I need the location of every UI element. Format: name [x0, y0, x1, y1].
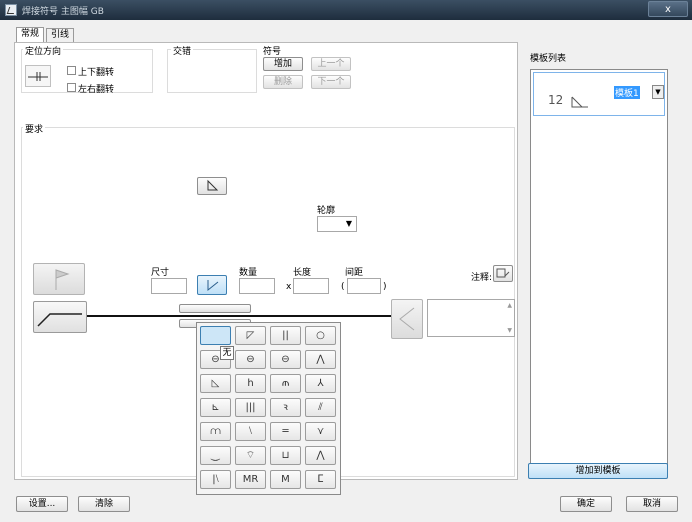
leader-arrow-icon	[37, 313, 82, 327]
orientation-label: 定位方向	[23, 44, 64, 57]
close-button[interactable]: x	[648, 1, 688, 17]
title-bar: 焊接符号 主图幅 GB x	[0, 0, 692, 20]
flag-icon	[55, 269, 70, 290]
palette-symbol-button[interactable]: ⌔	[235, 446, 266, 465]
palette-symbol-button[interactable]: |||	[235, 398, 266, 417]
pitch-input[interactable]	[347, 278, 381, 294]
palette-symbol-button[interactable]: ○	[305, 326, 336, 345]
palette-symbol-button[interactable]	[200, 326, 231, 345]
scroll-up-icon[interactable]: ▲	[507, 302, 512, 309]
palette-symbol-button[interactable]: ||	[270, 326, 301, 345]
flip-vertical-checkbox[interactable]	[67, 66, 76, 75]
count-input[interactable]	[239, 278, 275, 294]
palette-symbol-button[interactable]: ⵎ	[305, 470, 336, 489]
palette-symbol-button[interactable]: MR	[235, 470, 266, 489]
note-symbol-button[interactable]	[493, 265, 513, 282]
template-item-name: 模板1	[614, 86, 640, 99]
pitch-label: 间距	[345, 268, 364, 278]
cancel-button[interactable]: 取消	[626, 496, 678, 512]
palette-symbol-button[interactable]: ⋎	[305, 422, 336, 441]
length-label: 长度	[293, 268, 312, 278]
palette-symbol-button[interactable]: ⅄	[305, 374, 336, 393]
length-input[interactable]	[293, 278, 329, 294]
add-to-template-button[interactable]: 增加到模板	[528, 463, 668, 479]
delete-symbol-button[interactable]: 删除	[263, 75, 303, 89]
palette-symbol-button[interactable]: ⫙	[270, 374, 301, 393]
fillet-upper-button[interactable]	[197, 177, 227, 195]
symbol-label: 符号	[263, 47, 282, 57]
chevron-down-icon: ▼	[345, 219, 352, 228]
times-sign: x	[286, 282, 292, 292]
add-symbol-button[interactable]: 增加	[263, 57, 303, 71]
symbol-palette: ◸ || ○ ⊖ ⊖ ⊖ ⋀ ◺ h ⫙ ⅄ ⊾ ||| ꝛ ⫽ ⩋ ⧵ ═ ⋎ ⏝ ⌔ ⊔ ⋀ |⧵ MR M ⵎ	[196, 322, 341, 495]
template-item-value: 12	[548, 93, 564, 107]
note-text-area[interactable]: ▲ ▼	[427, 299, 515, 337]
tail-button[interactable]	[391, 299, 423, 339]
profile-select[interactable]: ▼	[317, 216, 357, 232]
prev-symbol-button[interactable]: 上一个	[311, 57, 351, 71]
weld-symbol-button[interactable]	[197, 275, 227, 295]
note-icon	[496, 268, 510, 278]
palette-tooltip: 无	[220, 346, 234, 360]
palette-symbol-button[interactable]: ═	[270, 422, 301, 441]
palette-symbol-button[interactable]: ⊖	[235, 350, 266, 369]
template-item[interactable]: 12 模板1 ▼	[533, 72, 665, 116]
flip-horizontal-label: 左右翻转	[78, 85, 115, 95]
requirements-label: 要求	[23, 122, 46, 135]
note-label: 注释:	[471, 273, 493, 283]
tab-general[interactable]: 常规	[16, 27, 45, 42]
field-weld-flag-button[interactable]	[33, 263, 85, 295]
count-label: 数量	[239, 268, 258, 278]
reference-line	[87, 315, 391, 317]
size-label: 尺寸	[151, 268, 170, 278]
template-list-label: 模板列表	[530, 54, 567, 64]
dialog-body: 常规 引线 定位方向 上下翻转 左右翻转 交错 符号 增加 上一个 删除 下一个	[2, 20, 690, 520]
palette-symbol-button[interactable]: ◸	[235, 326, 266, 345]
palette-symbol-button[interactable]: ◺	[200, 374, 231, 393]
tail-icon	[399, 307, 415, 331]
palette-symbol-button[interactable]: h	[235, 374, 266, 393]
scroll-down-icon[interactable]: ▼	[507, 327, 512, 334]
paren-close: )	[383, 282, 387, 292]
palette-symbol-button[interactable]: ⫽	[305, 398, 336, 417]
palette-symbol-button[interactable]: ⊔	[270, 446, 301, 465]
fillet-icon	[207, 179, 219, 191]
template-dropdown-icon[interactable]: ▼	[652, 85, 664, 99]
stagger-label: 交错	[171, 44, 194, 57]
palette-symbol-button[interactable]: ⊖	[270, 350, 301, 369]
size-input[interactable]	[151, 278, 187, 294]
paren-open: (	[341, 282, 345, 292]
profile-label: 轮廓	[317, 206, 336, 216]
settings-button[interactable]: 设置...	[16, 496, 68, 512]
ok-button[interactable]: 确定	[560, 496, 612, 512]
fillet-weld-icon	[207, 280, 219, 292]
arrow-side-button[interactable]	[33, 301, 87, 333]
palette-symbol-button[interactable]: ⋀	[305, 350, 336, 369]
dialog-window: 焊接符号 主图幅 GB x 常规 引线 定位方向 上下翻转 左右翻转 交错 符号…	[0, 0, 692, 522]
palette-symbol-button[interactable]: ⊾	[200, 398, 231, 417]
next-symbol-button[interactable]: 下一个	[311, 75, 351, 89]
palette-symbol-button[interactable]: ⋀	[305, 446, 336, 465]
palette-symbol-button[interactable]: ⏝	[200, 446, 231, 465]
palette-symbol-button[interactable]: ⩋	[200, 422, 231, 441]
flip-vertical-label: 上下翻转	[78, 68, 115, 78]
weld-orientation-icon	[25, 65, 51, 87]
palette-symbol-button[interactable]: |⧵	[200, 470, 231, 489]
app-icon	[5, 4, 17, 16]
window-title: 焊接符号 主图幅 GB	[22, 7, 104, 17]
palette-symbol-button[interactable]: M	[270, 470, 301, 489]
dash-line-upper[interactable]	[179, 304, 251, 313]
flip-horizontal-checkbox[interactable]	[67, 83, 76, 92]
template-list[interactable]: 12 模板1 ▼	[530, 69, 668, 471]
palette-symbol-button[interactable]: ⧵	[235, 422, 266, 441]
clear-button[interactable]: 清除	[78, 496, 130, 512]
tab-leader[interactable]: 引线	[46, 28, 75, 42]
palette-symbol-button[interactable]: ꝛ	[270, 398, 301, 417]
template-fillet-icon	[571, 96, 588, 108]
